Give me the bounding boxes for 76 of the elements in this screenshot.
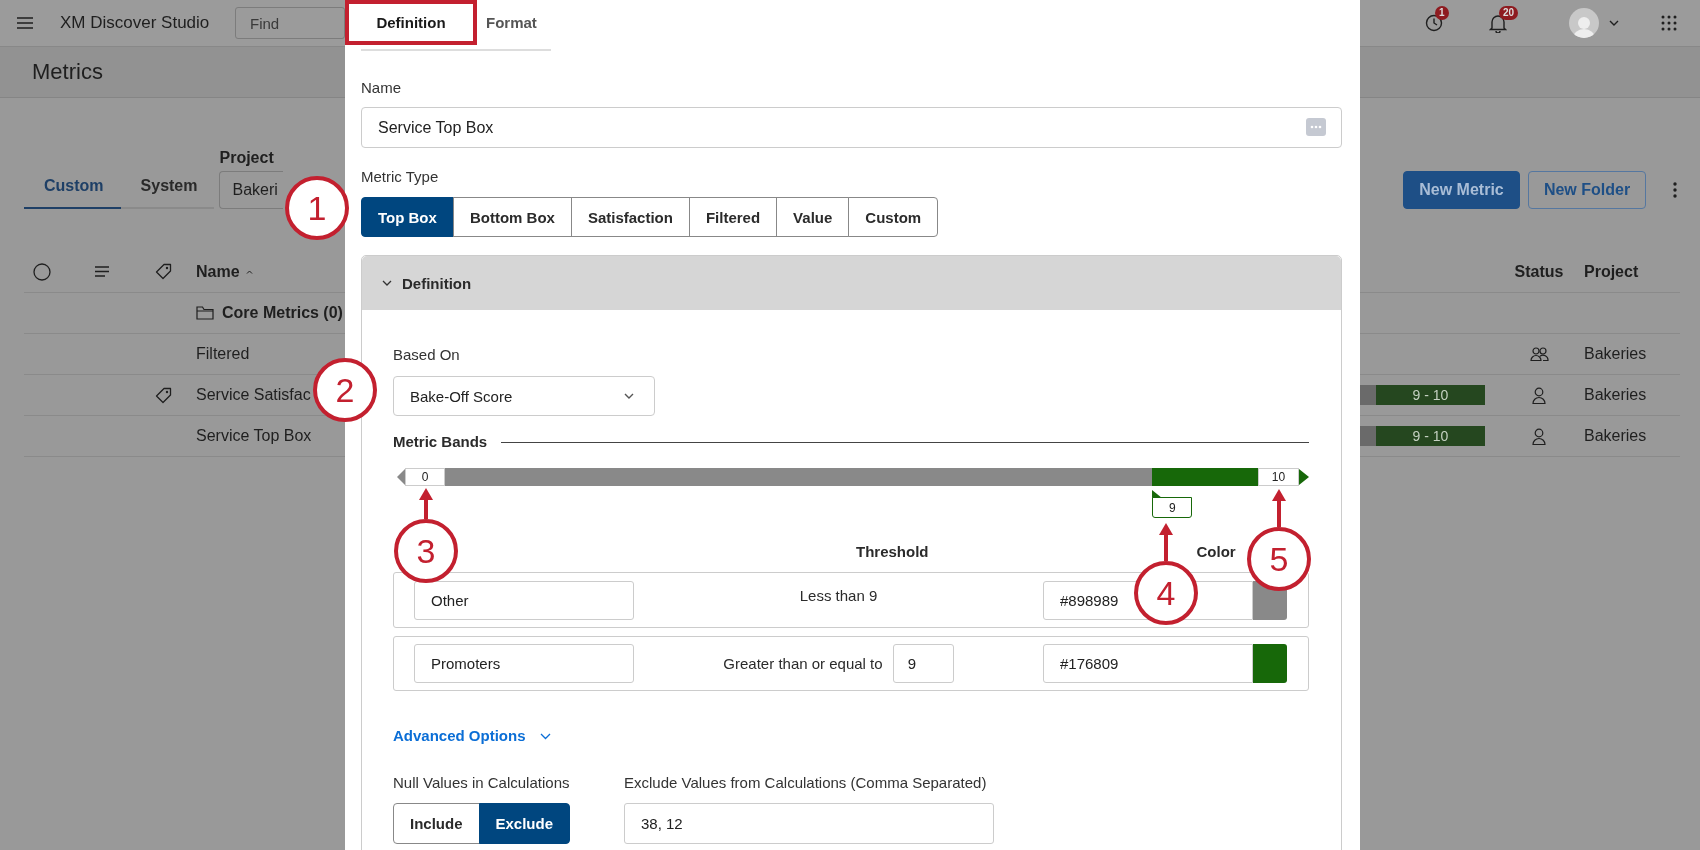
field-label: Null Values in Calculations — [393, 773, 571, 793]
metric-type-option[interactable]: Satisfaction — [570, 197, 690, 237]
band-bar: 9 - 10 — [1360, 426, 1485, 446]
project-cell: Bakeries — [1584, 345, 1647, 363]
notification-badge: 1 — [1435, 6, 1449, 20]
tag-icon — [154, 263, 172, 280]
field-label: Exclude Values from Calculations (Comma Separated) — [624, 773, 988, 793]
column-header: Threshold — [856, 542, 929, 562]
caret-icon — [1609, 20, 1619, 26]
advanced-options-link[interactable]: Advanced Options — [393, 726, 526, 746]
section-title: Metric Bands — [393, 432, 488, 452]
metric-name[interactable]: Service Satisfac — [196, 386, 311, 404]
field-label: Project — [219, 148, 275, 168]
tag-icon — [154, 386, 172, 404]
search-field[interactable]: Find — [235, 7, 345, 39]
band-name-field[interactable]: Other — [414, 580, 634, 620]
exclude-values-field[interactable]: 38, 12 — [624, 803, 994, 844]
name-field[interactable]: Service Top Box — [361, 107, 1342, 148]
column-header[interactable]: Name — [196, 262, 240, 281]
modal-tab[interactable]: Format — [482, 0, 541, 45]
metric-type-option[interactable]: Top Box — [361, 197, 454, 237]
project-dropdown[interactable]: Bakeri — [219, 171, 284, 209]
new-metric-button[interactable]: New Metric — [1403, 171, 1520, 209]
column-header[interactable]: Project — [1584, 262, 1639, 281]
history-icon[interactable] — [1425, 14, 1443, 32]
sort-icon[interactable] — [245, 269, 253, 274]
column-header[interactable]: Status — [1505, 262, 1573, 281]
field-label: Metric Type — [361, 167, 440, 187]
chevron-down-icon[interactable] — [539, 732, 551, 740]
caret-icon — [624, 393, 634, 399]
user-icon — [1532, 427, 1546, 445]
based-on-dropdown[interactable]: Bake-Off Score — [393, 376, 655, 416]
menu-icon[interactable] — [17, 17, 33, 29]
callout-arrow — [1272, 489, 1286, 527]
color-field[interactable]: #176809 — [1043, 644, 1253, 683]
right-end-icon — [1299, 469, 1309, 485]
users-icon — [1529, 347, 1549, 361]
threshold-text: Less than 9 — [799, 586, 878, 604]
color-swatch[interactable] — [1253, 644, 1287, 683]
apps-grid-icon[interactable] — [1661, 15, 1677, 31]
app-title: XM Discover Studio — [60, 13, 211, 33]
project-cell: Bakeries — [1584, 427, 1647, 445]
null-values-option[interactable]: Include — [393, 803, 480, 844]
metric-type-option[interactable]: Value — [776, 197, 850, 237]
view-tab[interactable]: Custom — [24, 177, 121, 209]
modal-tab[interactable]: Definition — [345, 0, 477, 45]
list-icon — [95, 266, 109, 277]
select-all-icon[interactable] — [33, 262, 51, 281]
left-end-icon — [397, 469, 405, 485]
metric-type-option[interactable]: Filtered — [688, 197, 778, 237]
folder-name[interactable]: Core Metrics (0) — [222, 304, 343, 322]
metric-name[interactable]: Service Top Box — [196, 427, 312, 445]
more-icon[interactable] — [1673, 182, 1677, 198]
band-max-value[interactable]: 10 — [1258, 468, 1299, 486]
callout-arrow — [419, 488, 433, 519]
chevron-down-icon[interactable] — [382, 280, 392, 286]
panel-header[interactable]: Definition — [362, 256, 1341, 310]
project-cell: Bakeries — [1584, 386, 1647, 404]
callout-arrow — [1159, 523, 1173, 561]
metric-name[interactable]: Filtered — [196, 345, 250, 363]
page-title: Metrics — [32, 59, 103, 85]
user-icon — [1532, 386, 1546, 404]
notification-badge: 20 — [1499, 5, 1519, 20]
metric-type-option[interactable]: Custom — [848, 197, 939, 237]
field-label: Name — [361, 78, 402, 98]
null-values-option[interactable]: Exclude — [478, 803, 571, 844]
band-min-value[interactable]: 0 — [405, 468, 445, 486]
band-bar: 9 - 10 — [1360, 385, 1485, 405]
column-header: Color — [1196, 542, 1236, 562]
folder-icon — [196, 306, 214, 320]
metric-type-option[interactable]: Bottom Box — [452, 197, 572, 237]
threshold-field[interactable]: 9 — [892, 644, 954, 683]
band-name-field[interactable]: Promoters — [414, 644, 634, 683]
field-label: Based On — [393, 345, 461, 365]
view-tab[interactable]: System — [120, 177, 215, 209]
threshold-text: Greater than or equal to — [723, 655, 883, 672]
